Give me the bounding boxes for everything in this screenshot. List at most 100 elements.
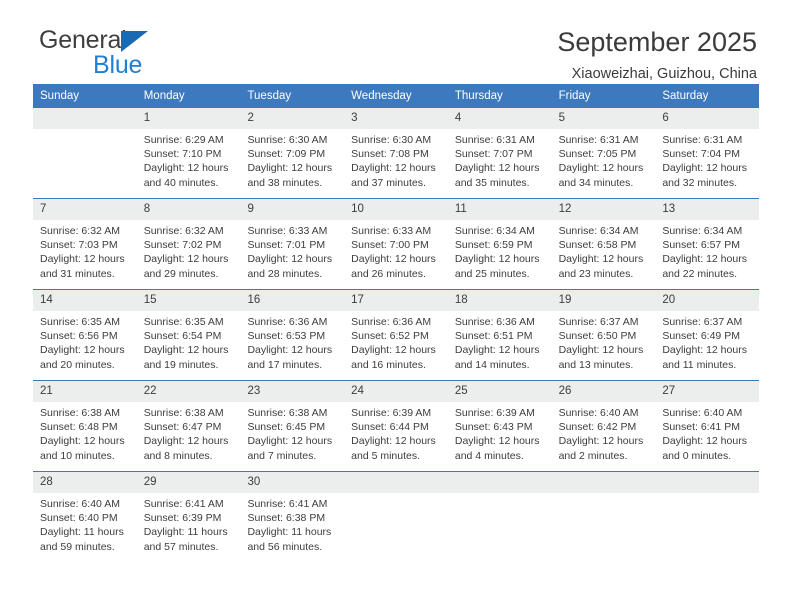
sunrise-text: Sunrise: 6:38 AM bbox=[247, 407, 328, 419]
daylight-line1-text: Daylight: 12 hours bbox=[351, 344, 436, 357]
calendar-day-cell[interactable]: 6 Sunrise: 6:31 AM Sunset: 7:04 PM Daylight… bbox=[655, 108, 760, 198]
calendar-day-cell[interactable]: 21 Sunrise: 6:38 AM Sunset: 6:48 PM Dayligh… bbox=[33, 381, 137, 471]
sunrise-text: Sunrise: 6:38 AM bbox=[40, 407, 120, 419]
calendar-day-cell[interactable]: 20 Sunrise: 6:37 AM Sunset: 6:49 PM Dayligh… bbox=[655, 290, 760, 380]
sunset-text: Sunset: 7:03 PM bbox=[40, 239, 118, 252]
calendar-day-cell[interactable]: 29 Sunrise: 6:41 AM Sunset: 6:39 PM Dayligh… bbox=[136, 472, 241, 567]
calendar-day-cell[interactable]: 16 Sunrise: 6:36 AM Sunset: 6:53 PM Dayligh… bbox=[240, 290, 345, 380]
sunrise-text: Sunrise: 6:31 AM bbox=[558, 134, 639, 146]
sunrise-text: Sunrise: 6:30 AM bbox=[351, 134, 432, 146]
sunset-text: Sunset: 6:43 PM bbox=[454, 421, 533, 434]
daylight-line2-text: and 8 minutes. bbox=[143, 449, 213, 462]
calendar-day-cell[interactable]: 27 Sunrise: 6:40 AM Sunset: 6:41 PM Dayligh… bbox=[655, 381, 760, 471]
daylight-line2-text: and 25 minutes. bbox=[454, 267, 530, 280]
calendar-day-cell[interactable]: 7 Sunrise: 6:32 AM Sunset: 7:03 PM Daylight… bbox=[33, 199, 137, 289]
daylight-line2-text: and 26 minutes. bbox=[351, 267, 426, 280]
calendar-day-cell[interactable]: 4 Sunrise: 6:31 AM Sunset: 7:07 PM Daylight… bbox=[447, 108, 552, 198]
calendar-day-cell[interactable]: 10 Sunrise: 6:33 AM Sunset: 7:00 PM Dayligh… bbox=[344, 199, 448, 289]
sunset-text: Sunset: 6:58 PM bbox=[558, 239, 637, 252]
daylight-line2-text: and 5 minutes. bbox=[351, 449, 421, 462]
sunset-text: Sunset: 7:07 PM bbox=[454, 148, 533, 161]
daylight-line1-text: Daylight: 12 hours bbox=[662, 435, 747, 448]
calendar-day-cell[interactable]: 24 Sunrise: 6:39 AM Sunset: 6:44 PM Dayligh… bbox=[344, 381, 448, 471]
weekday-header-thursday: Thursday bbox=[454, 90, 503, 102]
day-details: Sunrise: 6:34 AM Sunset: 6:57 PM Daylight:… bbox=[655, 220, 759, 281]
sunset-text: Sunset: 6:40 PM bbox=[40, 512, 118, 525]
calendar-week-row: 7 Sunrise: 6:32 AM Sunset: 7:03 PM Daylight… bbox=[33, 198, 760, 289]
calendar-day-cell[interactable]: 30 Sunrise: 6:41 AM Sunset: 6:38 PM Dayligh… bbox=[240, 472, 345, 567]
triangle-icon bbox=[121, 31, 148, 52]
calendar-day-cell[interactable]: 25 Sunrise: 6:39 AM Sunset: 6:43 PM Dayligh… bbox=[447, 381, 552, 471]
calendar-day-cell[interactable]: 19 Sunrise: 6:37 AM Sunset: 6:50 PM Dayligh… bbox=[551, 290, 656, 380]
day-number: 12 bbox=[551, 199, 656, 220]
calendar-day-cell-empty bbox=[655, 472, 760, 567]
sunrise-text: Sunrise: 6:40 AM bbox=[662, 407, 743, 419]
day-number: 22 bbox=[136, 381, 241, 402]
day-number: 23 bbox=[240, 381, 345, 402]
day-details: Sunrise: 6:36 AM Sunset: 6:52 PM Daylight:… bbox=[344, 311, 448, 372]
calendar-day-cell[interactable]: 3 Sunrise: 6:30 AM Sunset: 7:08 PM Daylight… bbox=[344, 108, 448, 198]
day-details: Sunrise: 6:34 AM Sunset: 6:59 PM Daylight:… bbox=[448, 220, 552, 281]
calendar-day-cell[interactable]: 12 Sunrise: 6:34 AM Sunset: 6:58 PM Dayligh… bbox=[551, 199, 656, 289]
daylight-line1-text: Daylight: 12 hours bbox=[143, 162, 229, 175]
calendar-day-cell[interactable]: 18 Sunrise: 6:36 AM Sunset: 6:51 PM Dayligh… bbox=[447, 290, 552, 380]
calendar-day-cell[interactable]: 13 Sunrise: 6:34 AM Sunset: 6:57 PM Dayligh… bbox=[655, 199, 760, 289]
day-details: Sunrise: 6:37 AM Sunset: 6:49 PM Daylight:… bbox=[655, 311, 759, 372]
calendar-day-cell[interactable]: 11 Sunrise: 6:34 AM Sunset: 6:59 PM Dayligh… bbox=[447, 199, 552, 289]
calendar-week-row: 28 Sunrise: 6:40 AM Sunset: 6:40 PM Dayligh… bbox=[33, 471, 760, 567]
calendar-day-cell[interactable]: 5 Sunrise: 6:31 AM Sunset: 7:05 PM Daylight… bbox=[551, 108, 656, 198]
sunset-text: Sunset: 6:44 PM bbox=[351, 421, 429, 434]
daylight-line1-text: Daylight: 11 hours bbox=[143, 526, 228, 539]
day-details: Sunrise: 6:35 AM Sunset: 6:54 PM Daylight:… bbox=[137, 311, 241, 372]
sunset-text: Sunset: 7:01 PM bbox=[247, 239, 326, 252]
day-number: 6 bbox=[655, 108, 760, 129]
calendar-day-cell[interactable]: 22 Sunrise: 6:38 AM Sunset: 6:47 PM Dayligh… bbox=[136, 381, 241, 471]
calendar-day-cell[interactable]: 14 Sunrise: 6:35 AM Sunset: 6:56 PM Dayligh… bbox=[33, 290, 137, 380]
calendar-day-cell-empty bbox=[551, 472, 656, 567]
daylight-line2-text: and 11 minutes. bbox=[662, 358, 737, 371]
sunrise-text: Sunrise: 6:35 AM bbox=[143, 316, 224, 328]
daylight-line1-text: Daylight: 12 hours bbox=[40, 435, 125, 448]
day-number bbox=[447, 472, 552, 493]
day-details: Sunrise: 6:40 AM Sunset: 6:42 PM Daylight:… bbox=[552, 402, 656, 463]
daylight-line1-text: Daylight: 12 hours bbox=[558, 344, 644, 357]
sunrise-text: Sunrise: 6:32 AM bbox=[143, 225, 224, 237]
day-details: Sunrise: 6:30 AM Sunset: 7:09 PM Daylight:… bbox=[240, 129, 344, 190]
calendar-day-cell[interactable]: 2 Sunrise: 6:30 AM Sunset: 7:09 PM Daylight… bbox=[240, 108, 345, 198]
calendar-day-cell[interactable]: 23 Sunrise: 6:38 AM Sunset: 6:45 PM Dayligh… bbox=[240, 381, 345, 471]
day-number: 27 bbox=[655, 381, 760, 402]
sunrise-text: Sunrise: 6:41 AM bbox=[143, 498, 224, 510]
daylight-line2-text: and 34 minutes. bbox=[558, 176, 634, 189]
general-blue-logo[interactable]: General Blue bbox=[33, 26, 233, 79]
daylight-line1-text: Daylight: 12 hours bbox=[454, 344, 540, 357]
day-details: Sunrise: 6:30 AM Sunset: 7:08 PM Daylight:… bbox=[344, 129, 448, 190]
day-number: 24 bbox=[344, 381, 448, 402]
sunset-text: Sunset: 6:50 PM bbox=[558, 330, 637, 343]
calendar-day-cell[interactable]: 17 Sunrise: 6:36 AM Sunset: 6:52 PM Dayligh… bbox=[344, 290, 448, 380]
daylight-line1-text: Daylight: 12 hours bbox=[247, 162, 333, 175]
calendar-day-cell[interactable]: 28 Sunrise: 6:40 AM Sunset: 6:40 PM Dayligh… bbox=[33, 472, 137, 567]
sunset-text: Sunset: 6:52 PM bbox=[351, 330, 429, 343]
day-number: 18 bbox=[447, 290, 552, 311]
sunrise-text: Sunrise: 6:40 AM bbox=[558, 407, 639, 419]
day-number: 5 bbox=[551, 108, 656, 129]
sunset-text: Sunset: 6:49 PM bbox=[662, 330, 740, 343]
calendar-day-cell[interactable]: 8 Sunrise: 6:32 AM Sunset: 7:02 PM Daylight… bbox=[136, 199, 241, 289]
weekday-header-friday: Friday bbox=[558, 90, 591, 102]
sunset-text: Sunset: 6:57 PM bbox=[662, 239, 740, 252]
daylight-line2-text: and 22 minutes. bbox=[662, 267, 738, 280]
sunset-text: Sunset: 6:54 PM bbox=[143, 330, 222, 343]
daylight-line2-text: and 4 minutes. bbox=[454, 449, 524, 462]
calendar-day-cell[interactable]: 15 Sunrise: 6:35 AM Sunset: 6:54 PM Dayligh… bbox=[136, 290, 241, 380]
day-number: 25 bbox=[447, 381, 552, 402]
sunset-text: Sunset: 6:38 PM bbox=[247, 512, 326, 525]
daylight-line1-text: Daylight: 12 hours bbox=[143, 435, 229, 448]
calendar-day-cell[interactable]: 26 Sunrise: 6:40 AM Sunset: 6:42 PM Dayligh… bbox=[551, 381, 656, 471]
day-details: Sunrise: 6:34 AM Sunset: 6:58 PM Daylight:… bbox=[552, 220, 656, 281]
day-number: 21 bbox=[33, 381, 137, 402]
calendar-day-cell[interactable]: 9 Sunrise: 6:33 AM Sunset: 7:01 PM Daylight… bbox=[240, 199, 345, 289]
day-number: 28 bbox=[33, 472, 137, 493]
daylight-line2-text: and 37 minutes. bbox=[351, 176, 426, 189]
calendar-day-cell[interactable]: 1 Sunrise: 6:29 AM Sunset: 7:10 PM Daylight… bbox=[136, 108, 241, 198]
daylight-line2-text: and 17 minutes. bbox=[247, 358, 323, 371]
